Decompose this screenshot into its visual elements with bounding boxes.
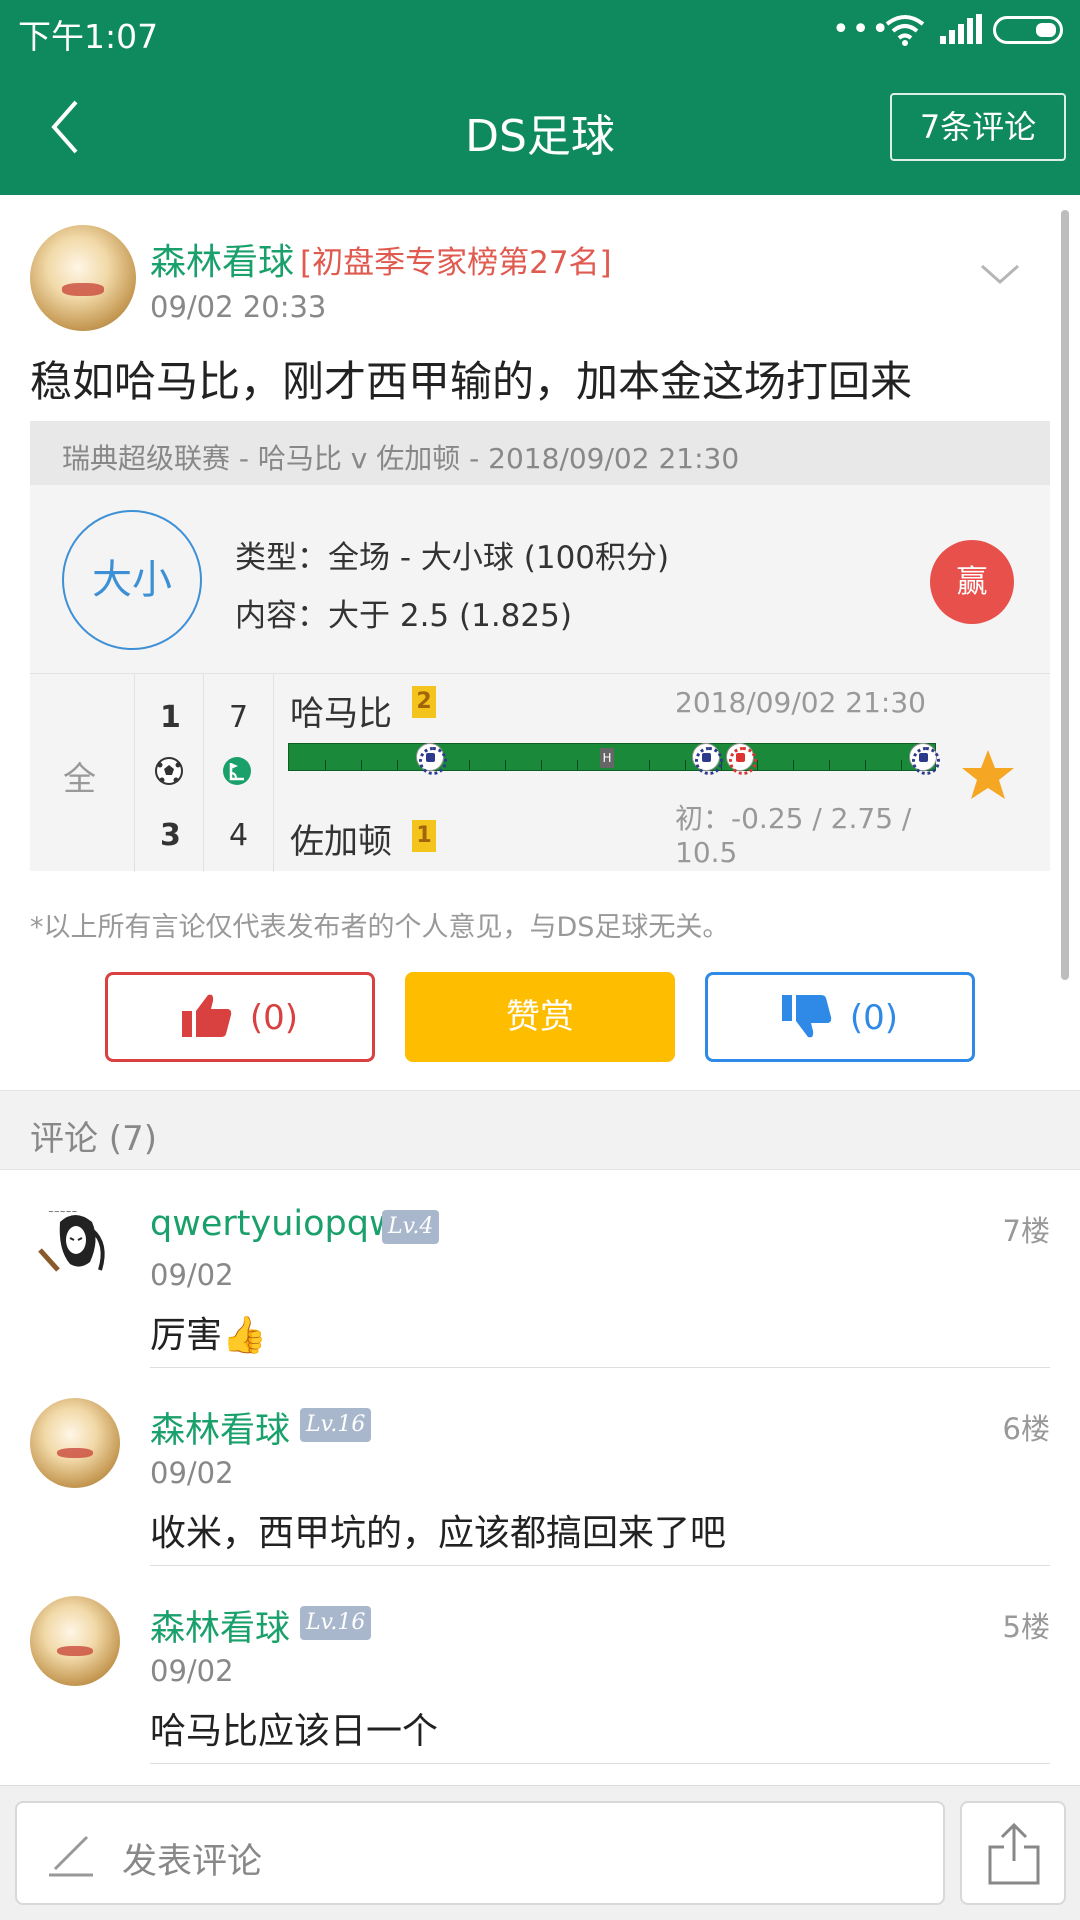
halftime-marker: H — [600, 748, 614, 768]
like-count: (0) — [249, 998, 299, 1038]
scrollbar[interactable] — [1061, 210, 1069, 980]
commenter-name[interactable]: 森林看球 — [150, 1402, 290, 1453]
comments-count-button[interactable]: 7条评论 — [890, 93, 1066, 161]
divider — [150, 1763, 1050, 1764]
comment-item[interactable]: ~~~~~ qwertyuiopqw Lv.4 7楼 09/02 厉害👍 — [0, 1170, 1080, 1368]
bet-info-card: 大小 类型：全场 - 大小球 (100积分) 内容：大于 2.5 (1.825)… — [30, 485, 1050, 673]
wifi-icon — [885, 15, 925, 46]
comment-item[interactable]: 森林看球 Lv.16 5楼 09/02 哈马比应该日一个 — [0, 1566, 1080, 1764]
commenter-avatar[interactable] — [30, 1398, 120, 1488]
post-time: 09/02 20:33 — [150, 290, 327, 324]
comments-section-header: 评论 (7) — [0, 1090, 1080, 1170]
level-badge: Lv.16 — [300, 1408, 372, 1442]
away-score: 3 — [160, 818, 181, 853]
commenter-name[interactable]: qwertyuiopqw — [150, 1204, 398, 1244]
like-button[interactable]: (0) — [105, 972, 375, 1062]
away-rank-badge: 1 — [412, 820, 436, 852]
disclaimer-text: *以上所有言论仅代表发布者的个人意见，与DS足球无关。 — [30, 912, 730, 943]
post-text: 稳如哈马比，刚才西甲输的，加本金这场打回来 — [30, 357, 913, 406]
match-timeline: H — [288, 743, 940, 775]
comment-date: 09/02 — [150, 1456, 234, 1490]
goal-marker — [726, 743, 757, 775]
goal-marker — [692, 743, 723, 775]
app-bar: DS足球 7条评论 — [0, 60, 1080, 195]
commenter-avatar[interactable]: ~~~~~ — [30, 1200, 120, 1290]
soccer-ball-icon — [155, 757, 183, 785]
period-label: 全 — [63, 759, 96, 798]
corner-flag-icon — [223, 757, 251, 785]
dislike-count: (0) — [849, 998, 899, 1038]
home-corners: 7 — [229, 700, 249, 735]
away-corners: 4 — [229, 818, 249, 853]
comment-date: 09/02 — [150, 1258, 234, 1292]
status-bar: 下午1:07 ••• — [0, 0, 1080, 60]
comment-date: 09/02 — [150, 1654, 234, 1688]
reward-button[interactable]: 赞赏 — [405, 972, 675, 1062]
commenter-avatar[interactable] — [30, 1596, 120, 1686]
comment-text: 哈马比应该日一个 — [150, 1711, 439, 1752]
comment-item[interactable]: 森林看球 Lv.16 6楼 09/02 收米，西甲坑的，应该都搞回来了吧 — [0, 1368, 1080, 1566]
match-date: 2018/09/02 21:30 — [675, 686, 926, 719]
commenter-name[interactable]: 森林看球 — [150, 1600, 290, 1651]
bet-type: 类型：全场 - 大小球 (100积分) — [235, 540, 670, 576]
floor-number: 5楼 — [1002, 1610, 1050, 1644]
thumbs-down-icon — [781, 994, 832, 1037]
dislike-button[interactable]: (0) — [705, 972, 975, 1062]
comment-text: 厉害👍 — [150, 1315, 267, 1356]
pen-icon — [49, 1835, 93, 1877]
signal-icon — [940, 14, 982, 44]
author-rank-badge: [初盘季专家榜第27名] — [300, 245, 612, 281]
match-score-card[interactable]: 全 1 7 3 4 哈马比 2 佐加顿 1 2018/09/02 21:30 初… — [30, 673, 1050, 872]
match-summary-line[interactable]: 瑞典超级联赛 - 哈马比 v 佐加顿 - 2018/09/02 21:30 — [30, 421, 1050, 485]
author-name[interactable]: 森林看球 — [150, 233, 294, 285]
initial-odds: 初：-0.25 / 2.75 / 10.5 — [675, 802, 912, 869]
floor-number: 7楼 — [1002, 1214, 1050, 1248]
share-button[interactable] — [960, 1801, 1066, 1905]
thumbs-up-icon — [181, 994, 232, 1037]
author-avatar[interactable] — [30, 225, 136, 331]
bet-content: 内容：大于 2.5 (1.825) — [235, 598, 572, 634]
level-badge: Lv.4 — [382, 1210, 440, 1244]
home-team-name: 哈马比 — [290, 694, 392, 734]
bet-category-badge: 大小 — [62, 510, 202, 650]
result-badge: 赢 — [930, 540, 1014, 624]
svg-text:~~~~~: ~~~~~ — [48, 1208, 77, 1216]
goal-marker — [909, 743, 940, 775]
floor-number: 6楼 — [1002, 1412, 1050, 1446]
more-dots-icon: ••• — [832, 12, 892, 47]
chevron-down-icon[interactable] — [980, 260, 1020, 290]
goal-marker — [416, 743, 447, 775]
level-badge: Lv.16 — [300, 1606, 372, 1640]
away-team-name: 佐加顿 — [290, 822, 392, 862]
battery-icon — [993, 16, 1063, 44]
home-rank-badge: 2 — [412, 686, 436, 718]
home-score: 1 — [160, 700, 181, 735]
bottom-bar: 发表评论 — [0, 1785, 1080, 1920]
comment-input[interactable]: 发表评论 — [15, 1801, 945, 1905]
status-time: 下午1:07 — [18, 17, 159, 56]
share-icon — [988, 1822, 1040, 1885]
comment-text: 收米，西甲坑的，应该都搞回来了吧 — [150, 1513, 727, 1554]
favorite-star-icon[interactable] — [960, 748, 1016, 802]
comment-placeholder: 发表评论 — [122, 1842, 263, 1882]
